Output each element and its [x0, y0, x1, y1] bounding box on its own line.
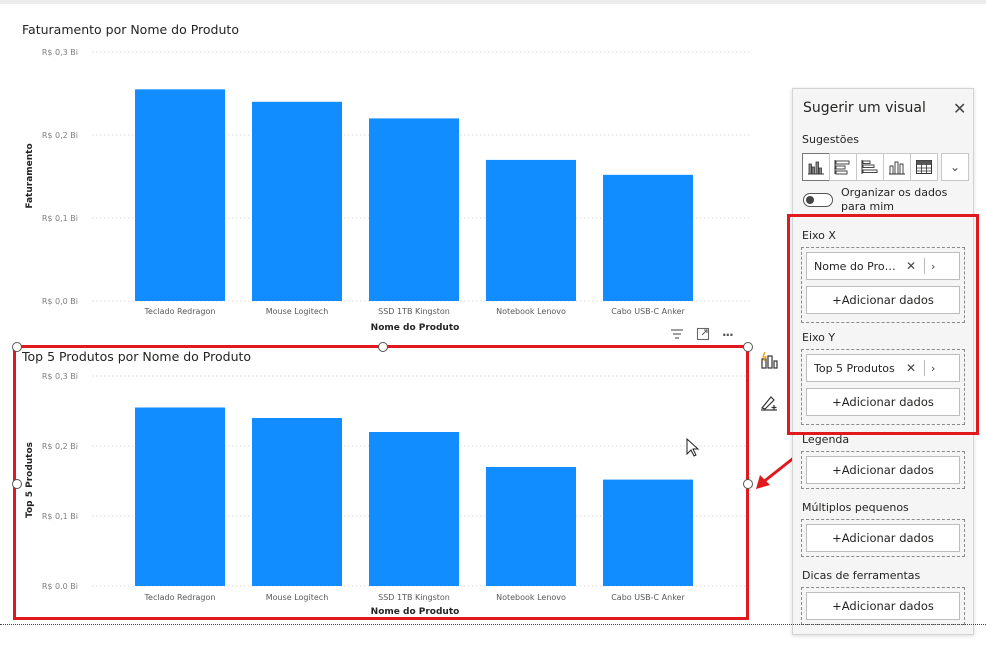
x-axis-title: Nome do Produto — [371, 323, 460, 333]
bar[interactable] — [252, 101, 342, 301]
format-brush-icon — [760, 396, 777, 411]
stacked-bar-icon[interactable] — [829, 153, 857, 181]
focus-mode-icon[interactable] — [696, 327, 710, 344]
y-tick-label: R$ 0,2 Bi — [42, 131, 78, 140]
y-tick-label: R$ 0,1 Bi — [42, 214, 78, 223]
resize-handle-top[interactable] — [378, 342, 388, 352]
selected-visual-highlight — [13, 345, 749, 620]
bar[interactable] — [486, 159, 576, 301]
axes-highlight — [787, 214, 979, 435]
small-multiples-label: Múltiplos pequenos — [802, 501, 909, 514]
table-icon[interactable] — [910, 153, 938, 181]
x-tick-label: SSD 1TB Kingston — [378, 307, 450, 316]
x-tick-label: Notebook Lenovo — [496, 307, 566, 316]
canvas-top-border — [0, 0, 986, 4]
add-data-button-tooltips[interactable]: +Adicionar dados — [806, 592, 960, 620]
column-icon[interactable] — [883, 153, 911, 181]
bar[interactable] — [135, 89, 225, 301]
visual-header: ··· — [670, 327, 750, 343]
clustered-bar-icon[interactable] — [856, 153, 884, 181]
x-tick-label: Teclado Redragon — [144, 307, 216, 316]
resize-handle-left[interactable] — [12, 479, 22, 489]
panel-title: Sugerir um visual — [803, 100, 926, 116]
chart-faturamento[interactable]: Faturamento por Nome do Produto R$ 0,3 B… — [0, 18, 760, 338]
bar-chart-faturamento: R$ 0,3 Bi R$ 0,2 Bi R$ 0,1 Bi R$ 0,0 Bi Tecl… — [25, 48, 752, 333]
tooltips-label: Dicas de ferramentas — [802, 569, 921, 582]
y-tick-label: R$ 0,0 Bi — [42, 297, 78, 306]
suggest-visual-icon — [761, 351, 778, 369]
organize-data-toggle[interactable] — [803, 193, 833, 207]
organize-data-label: Organizar os dados para mim — [841, 186, 948, 213]
bar[interactable] — [603, 174, 693, 301]
suggestion-strip: ⌄ — [802, 153, 969, 181]
legend-well: +Adicionar dados — [801, 451, 965, 489]
tooltips-well: +Adicionar dados — [801, 587, 965, 625]
x-tick-label: Cabo USB-C Anker — [611, 307, 685, 316]
mouse-cursor-icon — [686, 438, 700, 457]
y-axis-title: Faturamento — [25, 143, 35, 208]
small-multiples-well: +Adicionar dados — [801, 519, 965, 557]
chevron-down-icon[interactable]: ⌄ — [941, 153, 969, 181]
more-options-icon[interactable]: ··· — [722, 328, 734, 342]
add-data-button-small-multiples[interactable]: +Adicionar dados — [806, 524, 960, 552]
resize-handle-top-left[interactable] — [12, 342, 22, 352]
bar[interactable] — [369, 118, 459, 302]
y-tick-label: R$ 0,3 Bi — [42, 48, 78, 57]
filter-icon[interactable] — [670, 328, 684, 343]
close-icon[interactable]: ✕ — [953, 99, 966, 118]
canvas-bottom-border — [0, 624, 986, 625]
add-data-button-legend[interactable]: +Adicionar dados — [806, 456, 960, 484]
suggest-visual-button[interactable] — [756, 348, 782, 374]
x-tick-label: Mouse Logitech — [266, 307, 329, 316]
suggestions-label: Sugestões — [802, 133, 859, 146]
format-visual-button[interactable] — [756, 389, 782, 415]
resize-handle-top-right[interactable] — [743, 342, 753, 352]
clustered-column-icon[interactable] — [802, 153, 830, 181]
